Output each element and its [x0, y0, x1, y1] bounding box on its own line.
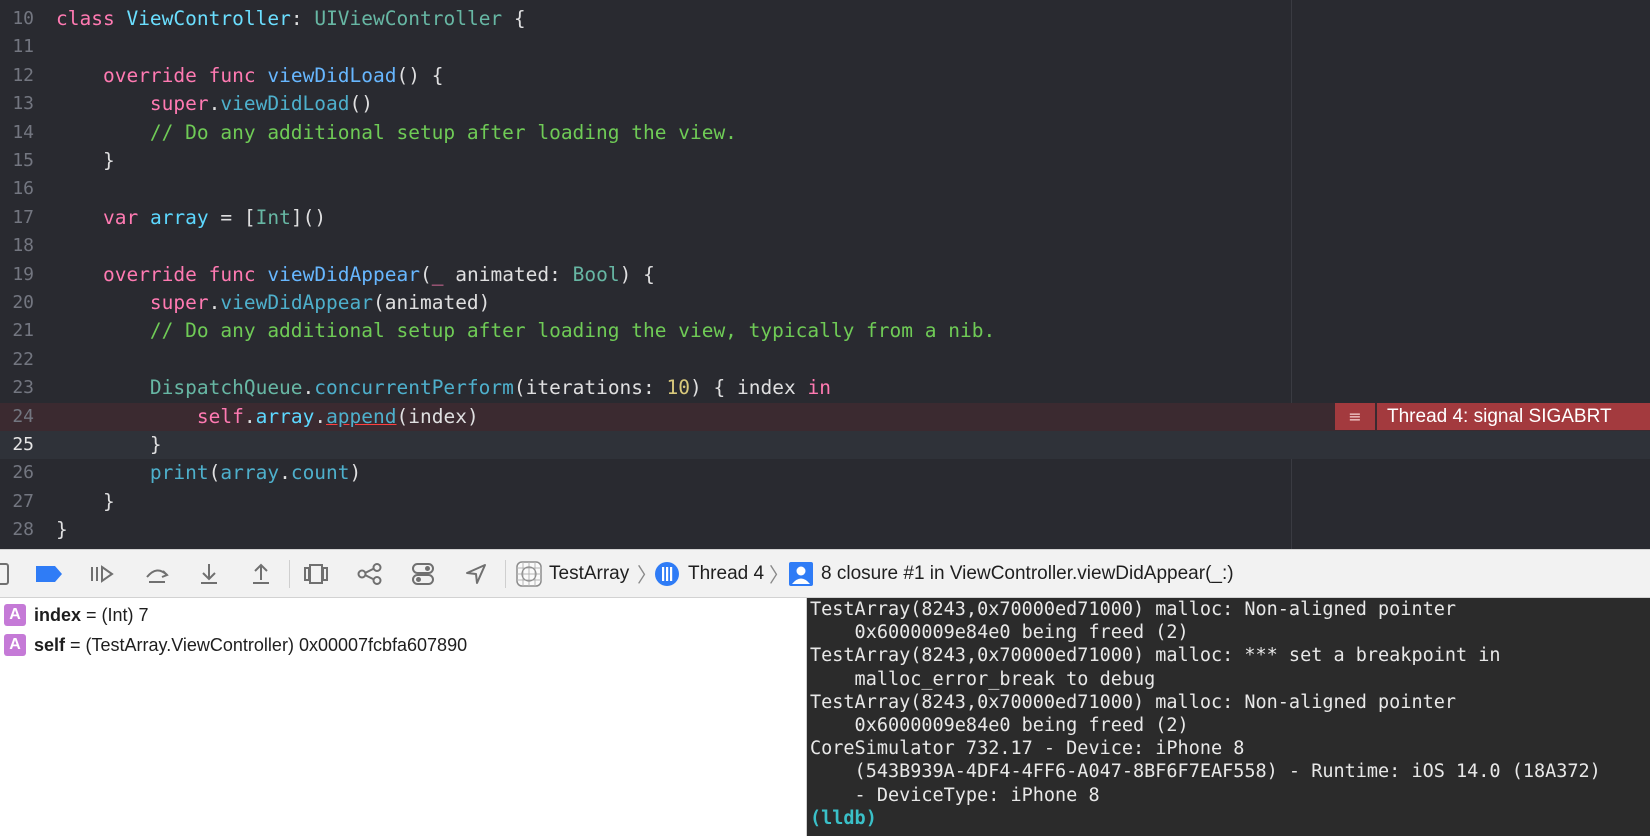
code-text: DispatchQueue.concurrentPerform(iteratio… — [149, 376, 831, 400]
chevron-right-icon: 〉 — [769, 565, 789, 587]
line-number: 28 — [12, 519, 34, 541]
code-line-22[interactable]: 22 — [0, 346, 1650, 374]
memory-graph-icon[interactable] — [356, 562, 384, 586]
line-number: 19 — [12, 263, 34, 285]
debug-toolbar: TestArray 〉 Thread 4 〉 8 closure #1 in V… — [0, 549, 1650, 598]
variable-value: 0x00007fcbfa607890 — [298, 634, 468, 655]
code-line-25-current[interactable]: 25 } — [0, 431, 1650, 460]
variable-name: self — [34, 634, 66, 655]
line-number: 21 — [12, 320, 34, 342]
source-editor[interactable]: 10 class ViewController: UIViewControlle… — [0, 0, 1650, 549]
line-number: 23 — [12, 377, 34, 399]
toolbar-separator — [505, 560, 506, 588]
breakpoints-active-icon[interactable] — [34, 562, 64, 586]
code-text: } — [56, 518, 68, 542]
code-line-12[interactable]: 12 override func viewDidLoad() { — [0, 62, 1650, 90]
code-line-28[interactable]: 28 } — [0, 516, 1650, 544]
code-text: } — [102, 489, 115, 513]
code-text: super.viewDidLoad() — [149, 92, 373, 116]
variable-name: index — [34, 604, 82, 625]
code-line-21[interactable]: 21 // Do any additional setup after load… — [0, 317, 1650, 345]
code-line-14[interactable]: 14 // Do any additional setup after load… — [0, 119, 1650, 147]
thread-icon — [654, 562, 680, 586]
line-number: 17 — [12, 206, 34, 228]
step-out-icon[interactable] — [248, 562, 274, 586]
variable-row[interactable]: A index = (Int) 7 — [4, 601, 149, 629]
code-text: // Do any additional setup after loading… — [149, 319, 996, 343]
toolbar-separator — [289, 560, 290, 588]
console-line: (543B939A-4DF4-4FF6-A047-8BF6F7EAF558) -… — [810, 761, 1601, 783]
console-line: malloc_error_break to debug — [810, 668, 1156, 690]
crumb-target[interactable]: TestArray — [549, 550, 629, 597]
code-text: class ViewController: UIViewController { — [56, 7, 526, 30]
code-line-20[interactable]: 20 super.viewDidAppear(animated) — [0, 289, 1650, 317]
variable-badge: A — [4, 634, 26, 656]
user-frame-icon — [788, 562, 814, 586]
code-text: print(array.count) — [149, 461, 362, 485]
code-line-16[interactable]: 16 — [0, 175, 1650, 203]
console-line: 0x6000009e84e0 being freed (2) — [810, 715, 1189, 737]
line-number: 10 — [12, 8, 34, 29]
variable-row[interactable]: A self = (TestArray.ViewController) 0x00… — [4, 631, 467, 659]
line-number: 14 — [12, 121, 34, 143]
line-number: 27 — [12, 490, 34, 512]
target-app-icon — [515, 561, 543, 587]
lldb-prompt[interactable]: (lldb) — [810, 807, 1650, 830]
code-text: } — [149, 433, 162, 456]
line-number: 24 — [12, 405, 34, 427]
line-number: 26 — [12, 462, 34, 484]
code-line-26[interactable]: 26 print(array.count) — [0, 459, 1650, 487]
variable-value: 7 — [138, 604, 149, 625]
error-annotation[interactable]: ≡ Thread 4: signal SIGABRT — [1335, 403, 1650, 430]
console-line: TestArray(8243,0x70000ed71000) malloc: *… — [810, 645, 1501, 667]
console-line: CoreSimulator 732.17 - Device: iPhone 8 — [810, 738, 1245, 760]
code-line-13[interactable]: 13 super.viewDidLoad() — [0, 90, 1650, 118]
view-hierarchy-icon[interactable] — [302, 562, 330, 586]
code-line-23[interactable]: 23 DispatchQueue.concurrentPerform(itera… — [0, 374, 1650, 402]
code-line-17[interactable]: 17 var array = [Int]() — [0, 204, 1650, 232]
code-text: override func viewDidLoad() { — [102, 63, 444, 87]
console-output[interactable]: TestArray(8243,0x70000ed71000) malloc: N… — [807, 598, 1650, 836]
code-text: self.array.append(index) — [196, 404, 479, 428]
line-number: 15 — [12, 150, 34, 171]
line-number: 12 — [12, 64, 34, 86]
code-line-10[interactable]: 10 class ViewController: UIViewControlle… — [0, 5, 1650, 33]
code-line-19[interactable]: 19 override func viewDidAppear(_ animate… — [0, 261, 1650, 289]
code-text: // Do any additional setup after loading… — [149, 120, 737, 144]
environment-overrides-icon[interactable] — [409, 562, 437, 586]
line-number: 11 — [12, 36, 34, 58]
line-number: 16 — [12, 178, 34, 200]
code-text: } — [102, 149, 115, 172]
line-number: 13 — [12, 93, 34, 115]
hide-debug-area-icon[interactable] — [0, 562, 10, 586]
hamburger-icon[interactable]: ≡ — [1335, 403, 1375, 430]
continue-icon[interactable] — [88, 562, 116, 586]
code-text: override func viewDidAppear(_ animated: … — [102, 262, 655, 286]
line-number: 25 — [12, 434, 34, 455]
console-line: - DeviceType: iPhone 8 — [810, 784, 1100, 806]
variables-view[interactable]: A index = (Int) 7 A self = (TestArray.Vi… — [0, 598, 807, 836]
line-number: 22 — [12, 348, 34, 370]
variable-type: = (Int) — [81, 604, 139, 625]
variable-type: = (TestArray.ViewController) — [65, 634, 299, 655]
console-line: TestArray(8243,0x70000ed71000) malloc: N… — [810, 599, 1457, 620]
error-message: Thread 4: signal SIGABRT — [1377, 403, 1650, 430]
code-line-27[interactable]: 27 } — [0, 488, 1650, 516]
step-over-icon[interactable] — [143, 562, 171, 586]
crumb-thread[interactable]: Thread 4 — [688, 550, 764, 597]
console-line: 0x6000009e84e0 being freed (2) — [810, 622, 1189, 644]
line-number: 18 — [12, 235, 34, 257]
crumb-frame[interactable]: 8 closure #1 in ViewController.viewDidAp… — [821, 550, 1234, 597]
simulate-location-icon[interactable] — [463, 562, 489, 586]
code-text: var array = [Int]() — [102, 205, 327, 229]
code-text: super.viewDidAppear(animated) — [149, 291, 491, 314]
code-line-18[interactable]: 18 — [0, 232, 1650, 260]
variable-badge: A — [4, 604, 26, 626]
code-line-11[interactable]: 11 — [0, 33, 1650, 61]
line-number: 20 — [12, 292, 34, 313]
code-line-15[interactable]: 15 } — [0, 147, 1650, 175]
console-line: TestArray(8243,0x70000ed71000) malloc: N… — [810, 691, 1457, 713]
step-into-icon[interactable] — [196, 562, 222, 586]
